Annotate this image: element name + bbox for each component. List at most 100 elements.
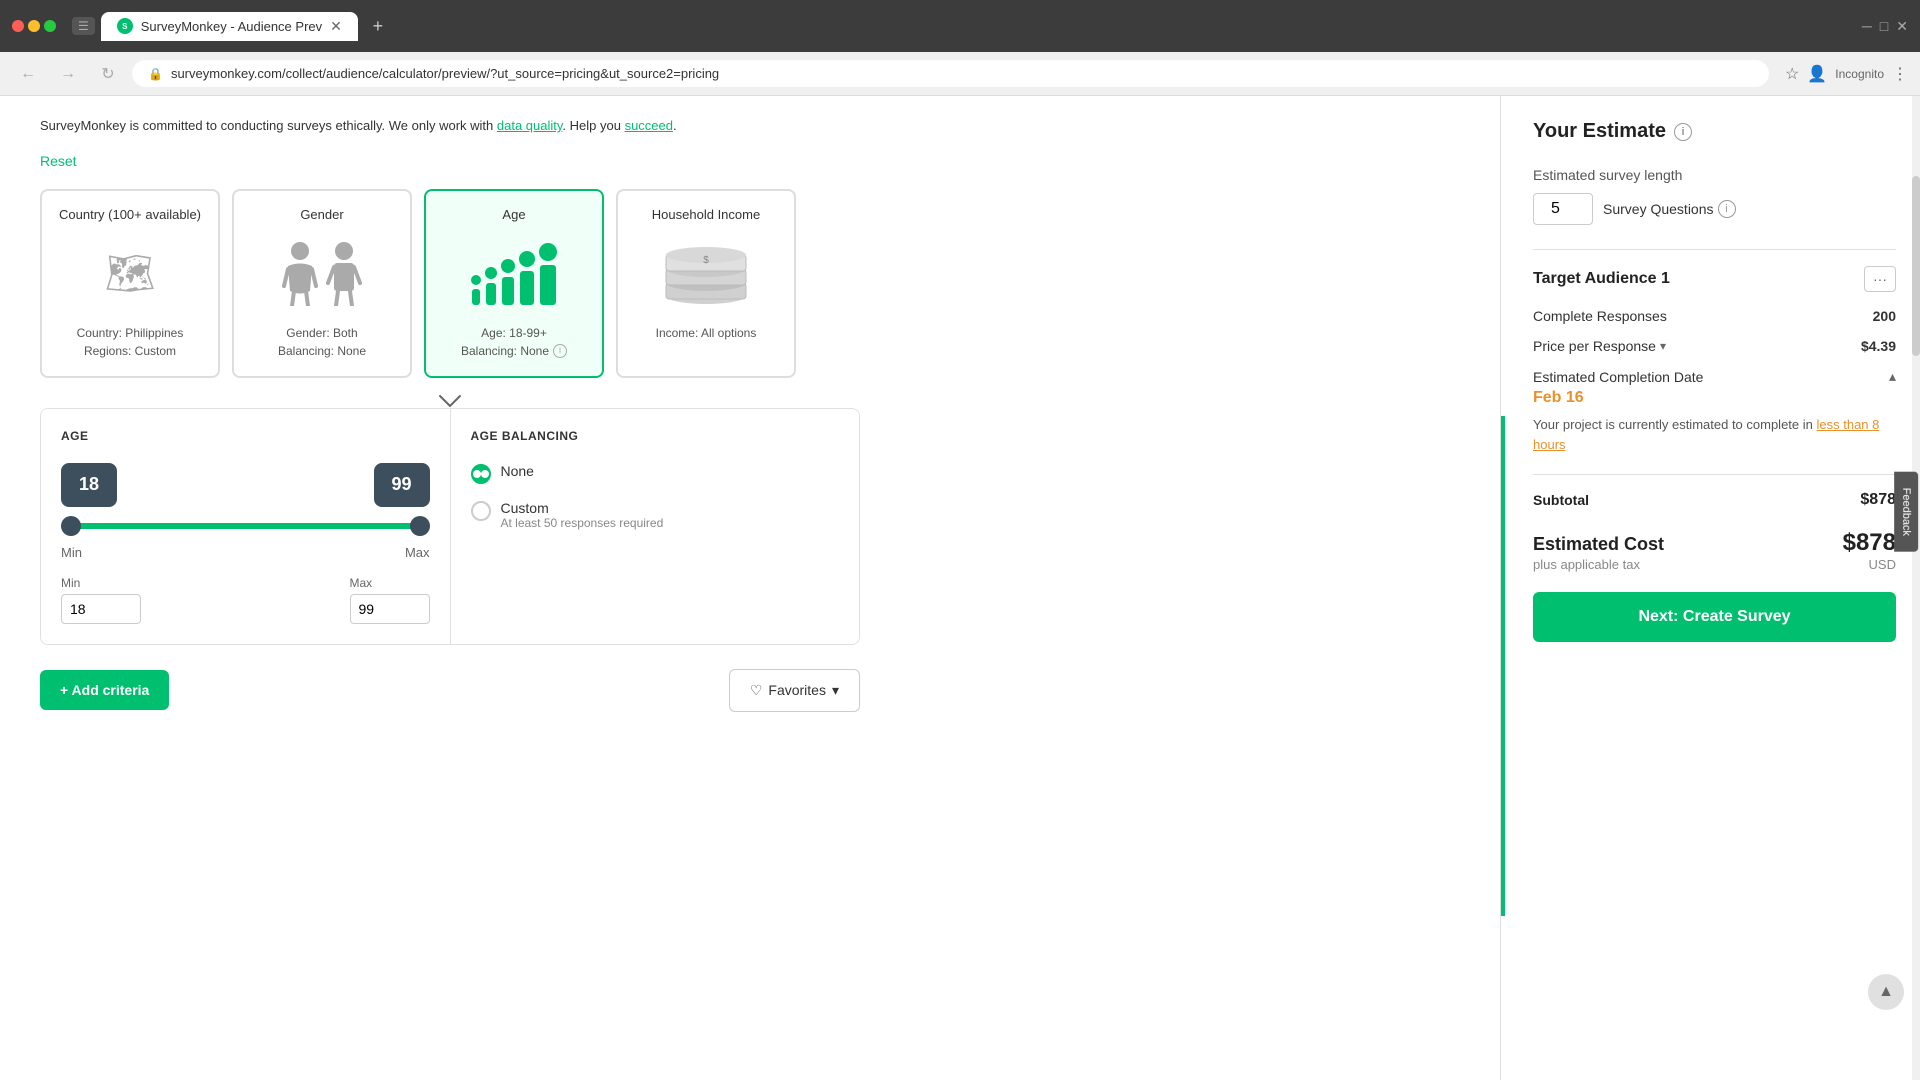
browser-chrome: ☰ S SurveyMonkey - Audience Prev ✕ + ─ □… [0, 0, 1920, 52]
age-panel-title: AGE [61, 429, 430, 443]
female-figure-icon [282, 241, 318, 306]
household-income-card-icon: $ [630, 234, 782, 314]
price-per-response-chevron-icon[interactable]: ▾ [1660, 339, 1666, 353]
criteria-cards: Country (100+ available) 🗺 Country: Phil… [40, 189, 860, 378]
tab-close-btn[interactable]: ✕ [330, 18, 342, 35]
slider-inputs: Min Max [61, 576, 430, 624]
svg-text:$: $ [703, 255, 709, 266]
custom-radio-circle[interactable] [471, 501, 491, 521]
succeed-link[interactable]: succeed [625, 118, 673, 133]
incognito-label: Incognito [1835, 67, 1884, 81]
complete-responses-row: Complete Responses 200 [1533, 308, 1896, 324]
custom-radio-labels: Custom At least 50 responses required [501, 500, 664, 530]
household-income-card[interactable]: Household Income $ [616, 189, 796, 378]
new-tab-btn[interactable]: + [364, 12, 392, 40]
age-balancing-info-icon[interactable]: i [553, 344, 567, 358]
balancing-panel: AGE BALANCING None C [451, 409, 860, 644]
age-card-info: Age: 18-99+ Balancing: None i [438, 324, 590, 360]
completion-description: Your project is currently estimated to c… [1533, 415, 1896, 454]
custom-radio-label: Custom [501, 500, 664, 516]
none-radio-labels: None [501, 463, 534, 479]
max-input-label: Max [350, 576, 430, 590]
bottom-action-bar: + Add criteria ♡ Favorites ▾ [40, 669, 860, 712]
your-estimate-label: Your Estimate [1533, 120, 1666, 143]
browser-window: ☰ S SurveyMonkey - Audience Prev ✕ + ─ □… [0, 0, 1920, 1080]
person-5 [539, 243, 557, 305]
age-slider-track[interactable] [61, 523, 430, 529]
next-create-survey-button[interactable]: Next: Create Survey [1533, 592, 1896, 642]
menu-icon[interactable]: ⋮ [1892, 64, 1908, 84]
completion-chevron-icon[interactable]: ▴ [1889, 368, 1896, 385]
person-4 [519, 251, 535, 305]
sidebar-scrollbar-thumb[interactable] [1912, 176, 1920, 356]
sidebar-scrollbar[interactable] [1912, 96, 1920, 1080]
target-more-button[interactable]: ··· [1864, 266, 1896, 292]
divider-1 [1533, 249, 1896, 250]
complete-responses-label: Complete Responses [1533, 308, 1667, 324]
estimate-sidebar: Your Estimate i Estimated survey length … [1500, 96, 1920, 1080]
intro-text: SurveyMonkey is committed to conducting … [40, 116, 860, 137]
page-content: SurveyMonkey is committed to conducting … [0, 96, 1920, 1080]
none-radio-circle[interactable] [471, 464, 491, 484]
target-audience-header: Target Audience 1 ··· [1533, 266, 1896, 292]
feedback-tab[interactable]: Feedback [1894, 472, 1918, 552]
scroll-up-button[interactable]: ▲ [1868, 974, 1904, 1010]
min-label: Min [61, 545, 82, 560]
maximize-btn[interactable]: □ [1880, 18, 1888, 35]
subtotal-label: Subtotal [1533, 492, 1589, 508]
male-figure-icon [326, 241, 362, 306]
household-income-card-title: Household Income [630, 207, 782, 222]
slider-thumb-max[interactable] [410, 516, 430, 536]
minimize-btn[interactable]: ─ [1862, 18, 1872, 35]
custom-radio-sublabel: At least 50 responses required [501, 516, 664, 530]
address-bar[interactable]: 🔒 surveymonkey.com/collect/audience/calc… [132, 60, 1769, 87]
country-card[interactable]: Country (100+ available) 🗺 Country: Phil… [40, 189, 220, 378]
star-icon[interactable]: ☆ [1785, 64, 1799, 84]
data-quality-link[interactable]: data quality [497, 118, 563, 133]
reset-link[interactable]: Reset [40, 153, 860, 169]
complete-responses-value: 200 [1873, 308, 1896, 324]
back-btn[interactable]: ← [12, 58, 44, 90]
age-card-title: Age [438, 207, 590, 222]
close-btn[interactable]: ✕ [1896, 18, 1908, 35]
slider-thumb-min[interactable] [61, 516, 81, 536]
custom-radio-option[interactable]: Custom At least 50 responses required [471, 500, 840, 530]
cost-currency-label: USD [1869, 557, 1896, 572]
estimate-section-title: Your Estimate i [1533, 120, 1896, 143]
none-radio-option[interactable]: None [471, 463, 840, 484]
browser-tab[interactable]: S SurveyMonkey - Audience Prev ✕ [101, 12, 358, 41]
survey-questions-input[interactable] [1533, 193, 1593, 225]
favicon: S [117, 18, 133, 34]
survey-length-label: Estimated survey length [1533, 167, 1896, 183]
heart-icon: ♡ [750, 682, 763, 699]
completion-date-section: Estimated Completion Date ▴ Feb 16 Your … [1533, 368, 1896, 454]
balancing-panel-title: AGE BALANCING [471, 429, 840, 443]
max-age-input[interactable] [350, 594, 430, 624]
price-per-response-label: Price per Response ▾ [1533, 338, 1666, 354]
content-area: SurveyMonkey is committed to conducting … [0, 96, 900, 752]
age-slider-panel: AGE 18 99 Min Max [41, 409, 451, 644]
forward-btn[interactable]: → [52, 58, 84, 90]
max-label: Max [405, 545, 430, 560]
lock-icon: 🔒 [148, 67, 163, 81]
gender-card[interactable]: Gender [232, 189, 412, 378]
age-balancing-panels: AGE 18 99 Min Max [40, 408, 860, 645]
refresh-btn[interactable]: ↻ [92, 58, 124, 90]
estimate-info-icon[interactable]: i [1674, 123, 1692, 141]
person-1 [471, 275, 481, 305]
survey-questions-info-icon[interactable]: i [1718, 200, 1736, 218]
min-input-label: Min [61, 576, 141, 590]
favorites-label: Favorites [768, 682, 826, 698]
age-card[interactable]: Age [424, 189, 604, 378]
favorites-button[interactable]: ♡ Favorites ▾ [729, 669, 860, 712]
survey-questions-label: Survey Questions i [1603, 200, 1736, 218]
main-scroll-area[interactable]: SurveyMonkey is committed to conducting … [0, 96, 1500, 1080]
min-age-input[interactable] [61, 594, 141, 624]
profile-icon[interactable]: 👤 [1807, 64, 1827, 84]
min-input-group: Min [61, 576, 141, 624]
completion-date-header: Estimated Completion Date ▴ [1533, 368, 1896, 385]
person-3 [501, 259, 515, 305]
estimated-cost-row: Estimated Cost $878 [1533, 529, 1896, 557]
add-criteria-button[interactable]: + Add criteria [40, 670, 169, 710]
slider-value-display: 18 99 [61, 463, 430, 507]
